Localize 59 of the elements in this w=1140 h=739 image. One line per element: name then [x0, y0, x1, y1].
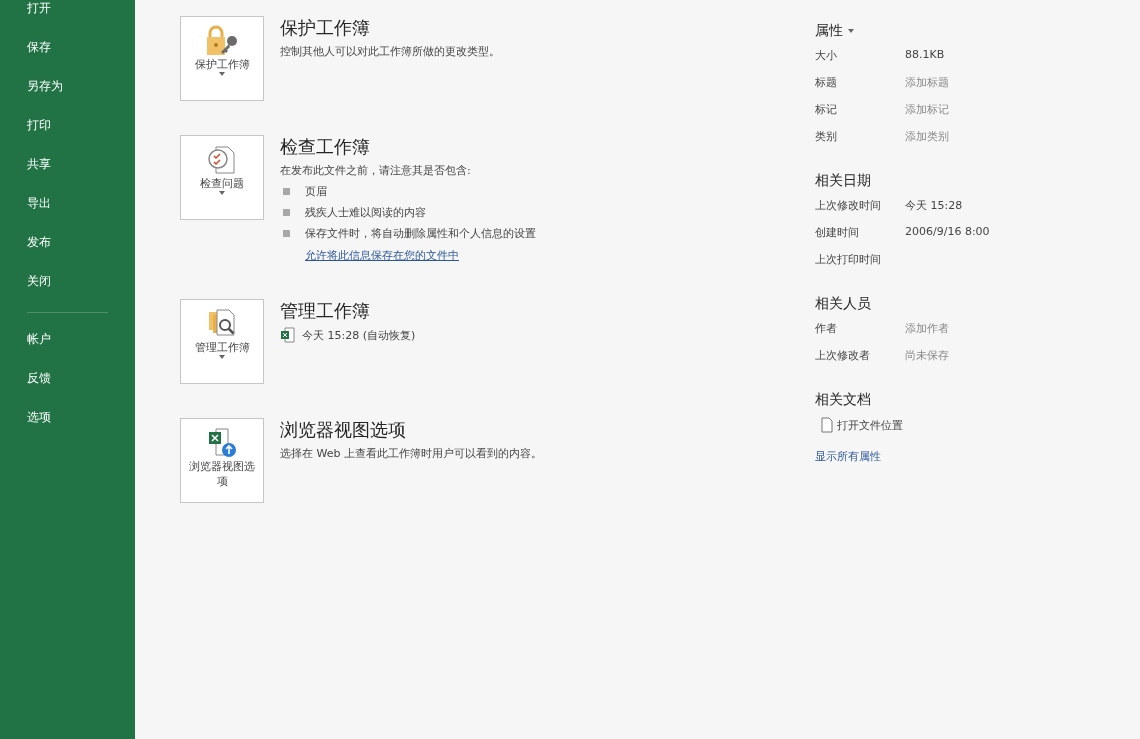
property-label: 上次打印时间: [815, 252, 882, 267]
show-all-link[interactable]: 显示所有属性: [815, 450, 881, 463]
sidebar-item[interactable]: 另存为: [0, 78, 135, 117]
property-label: 标记: [815, 102, 838, 117]
action-button[interactable]: 检查问题: [180, 135, 264, 220]
group-heading: 相关人员: [815, 295, 872, 313]
document-icon: [821, 417, 833, 433]
property-value: 今天 15:28: [905, 198, 963, 213]
property-field[interactable]: 添加标题: [905, 75, 949, 90]
property-label: 上次修改者: [815, 348, 871, 363]
settings-link[interactable]: 允许将此信息保存在您的文件中: [305, 249, 459, 262]
action-button[interactable]: 管理工作簿: [180, 299, 264, 384]
action-button[interactable]: 浏览器视图选项: [180, 418, 264, 503]
sidebar-item[interactable]: 打印: [0, 117, 135, 156]
group-heading: 相关文档: [815, 391, 872, 409]
property-value: 2006/9/16 8:00: [905, 225, 990, 238]
property-label: 作者: [815, 321, 838, 336]
section-title: 保护工作簿: [280, 16, 371, 40]
section-description: 选择在 Web 上查看此工作簿时用户可以看到的内容。: [280, 446, 542, 462]
version-entry[interactable]: 今天 15:28 (自动恢复): [302, 327, 416, 343]
checklist-document-icon: [206, 144, 238, 176]
property-field[interactable]: 添加类别: [905, 129, 949, 144]
action-button[interactable]: 保护工作簿: [180, 16, 264, 101]
spreadsheet-upload-icon: [206, 427, 238, 459]
section-description: 控制其他人可以对此工作簿所做的更改类型。: [280, 44, 500, 60]
sidebar-item[interactable]: 保存: [0, 39, 135, 78]
property-field[interactable]: 添加标记: [905, 102, 949, 117]
section-description: 在发布此文件之前，请注意其是否包含:: [280, 163, 472, 179]
bullet-icon: [283, 230, 290, 237]
spreadsheet-file-icon: [280, 327, 296, 343]
lock-key-icon: [204, 25, 240, 57]
bullet-text: 保存文件时，将自动删除属性和个人信息的设置: [305, 226, 536, 241]
section-title: 检查工作簿: [280, 135, 371, 159]
bullet-text: 页眉: [305, 184, 327, 199]
section-title: 管理工作簿: [280, 299, 371, 323]
open-location-link[interactable]: 打开文件位置: [837, 417, 903, 433]
sidebar-item[interactable]: 发布: [0, 234, 135, 273]
property-value: 88.1KB: [905, 48, 945, 61]
bullet-text: 残疾人士难以阅读的内容: [305, 205, 426, 220]
properties-heading[interactable]: 属性: [815, 22, 843, 40]
sidebar-item[interactable]: 打开: [0, 0, 135, 39]
sidebar-item[interactable]: 导出: [0, 195, 135, 234]
property-label: 创建时间: [815, 225, 860, 240]
section-title: 浏览器视图选项: [280, 418, 407, 442]
sidebar-item[interactable]: 选项: [0, 409, 135, 448]
property-label: 类别: [815, 129, 838, 144]
property-label: 标题: [815, 75, 838, 90]
bullet-icon: [283, 188, 290, 195]
group-heading: 相关日期: [815, 172, 872, 190]
property-field[interactable]: 尚未保存: [905, 348, 949, 363]
bullet-icon: [283, 209, 290, 216]
property-field[interactable]: 添加作者: [905, 321, 949, 336]
sidebar-item[interactable]: 共享: [0, 156, 135, 195]
property-label: 上次修改时间: [815, 198, 882, 213]
sidebar-item[interactable]: 反馈: [0, 370, 135, 409]
sidebar-item[interactable]: 帐户: [0, 331, 135, 370]
property-label: 大小: [815, 48, 838, 63]
caret-icon: [847, 29, 855, 33]
sidebar-item[interactable]: 关闭: [0, 273, 135, 312]
